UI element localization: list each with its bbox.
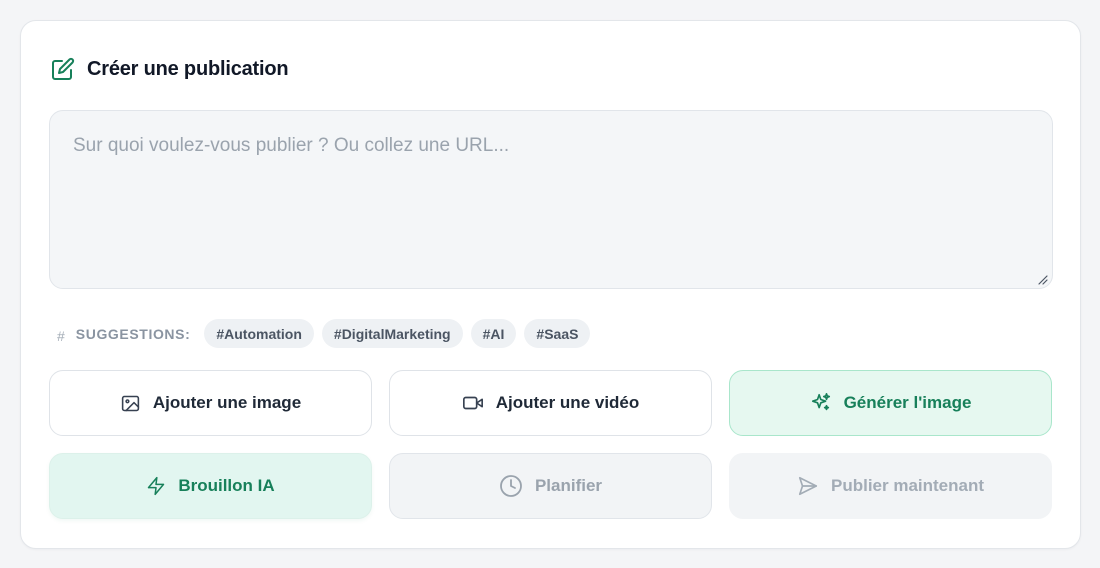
schedule-label: Planifier [534,476,603,495]
post-text-input[interactable] [50,111,1052,288]
suggestion-tag[interactable]: #SaaS [524,319,591,348]
add-image-label: Ajouter une image [152,393,302,412]
lightning-icon [148,476,165,496]
ai-draft-label: Brouillon IA [178,476,275,495]
generate-image-label: Générer l'image [843,393,972,412]
card-header: Créer une publication [51,57,289,81]
image-icon [121,395,140,411]
ai-draft-button[interactable]: Brouillon IA [49,453,372,519]
page-title: Créer une publication [87,57,289,80]
generate-image-button[interactable]: Générer l'image [729,370,1052,436]
publish-now-button[interactable]: Publier maintenant [729,453,1052,519]
hashtag-icon: # [57,327,65,344]
video-icon [462,396,483,410]
sparkles-icon [811,393,830,411]
suggestion-tag[interactable]: #Automation [204,319,314,348]
create-post-card: Créer une publication # SUGGESTIONS: #Au… [20,20,1081,549]
resize-handle[interactable] [1036,272,1048,285]
suggestions-label: SUGGESTIONS: [75,325,191,342]
add-video-label: Ajouter une vidéo [495,393,640,412]
send-icon [798,476,818,496]
suggestion-tag[interactable]: #DigitalMarketing [321,319,463,348]
add-image-button[interactable]: Ajouter une image [49,370,372,436]
publish-now-label: Publier maintenant [830,476,985,495]
hashtag-suggestions: # SUGGESTIONS: #Automation #DigitalMarke… [57,319,591,348]
edit-icon [51,57,75,81]
add-video-button[interactable]: Ajouter une vidéo [389,370,712,436]
clock-icon [500,475,522,497]
suggestion-tag[interactable]: #AI [470,319,517,348]
post-composer [49,110,1053,289]
suggestion-tags: #Automation #DigitalMarketing #AI #SaaS [204,319,591,348]
schedule-button[interactable]: Planifier [389,453,712,519]
